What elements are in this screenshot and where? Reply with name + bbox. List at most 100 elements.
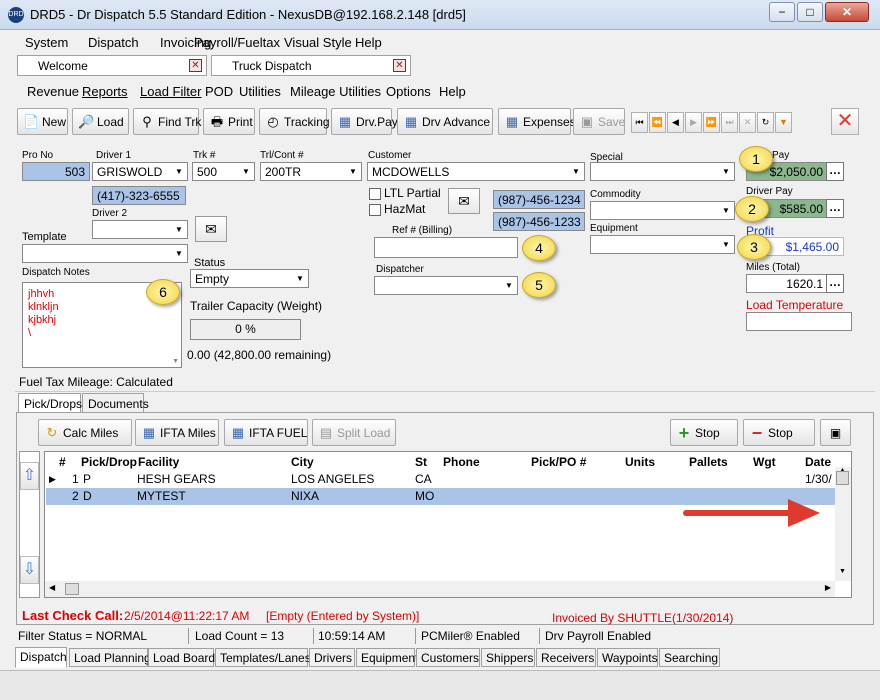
scroll-right-icon[interactable]: ▶ bbox=[825, 583, 831, 592]
column-header[interactable]: Pick/Drop bbox=[81, 455, 137, 469]
template-select[interactable]: ▼ bbox=[22, 244, 188, 263]
commodity-select[interactable]: ▼ bbox=[590, 201, 735, 220]
save-button[interactable]: ▣ Save bbox=[573, 108, 625, 135]
customer-select[interactable]: MCDOWELLS ▼ bbox=[367, 162, 585, 181]
column-header[interactable]: Wgt bbox=[753, 455, 776, 469]
vertical-scrollbar[interactable]: ▲ ▼ bbox=[835, 467, 851, 581]
menu-help[interactable]: Help bbox=[355, 35, 382, 50]
ref-billing-field[interactable] bbox=[374, 237, 518, 258]
next-page-icon[interactable]: ⏩ bbox=[703, 112, 720, 133]
menu-load-filter[interactable]: Load Filter bbox=[140, 84, 201, 99]
tab-pick-drops[interactable]: Pick/Drops bbox=[18, 393, 82, 413]
column-header[interactable]: Units bbox=[625, 455, 655, 469]
remove-stop-button[interactable]: − Stop bbox=[743, 419, 815, 446]
column-header[interactable]: St bbox=[415, 455, 427, 469]
expenses-button[interactable]: ▦ Expenses bbox=[498, 108, 576, 135]
prev-page-icon[interactable]: ⏪ bbox=[649, 112, 666, 133]
menu-options[interactable]: Options bbox=[386, 84, 431, 99]
menu-pod[interactable]: POD bbox=[205, 84, 233, 99]
find-truck-button[interactable]: ⚲ Find Trk bbox=[133, 108, 201, 135]
horizontal-scrollbar[interactable]: ◀ ▶ bbox=[45, 581, 835, 597]
status-select[interactable]: Empty ▼ bbox=[190, 269, 309, 288]
ifta-miles-button[interactable]: ▦ IFTA Miles bbox=[135, 419, 219, 446]
driver-pay-details-button[interactable]: … bbox=[826, 199, 844, 218]
menu-payroll[interactable]: Payroll/Fueltax bbox=[194, 35, 280, 50]
menu-visual-style[interactable]: Visual Style bbox=[284, 35, 352, 50]
special-select[interactable]: ▼ bbox=[590, 162, 735, 181]
prev-record-icon[interactable]: ◀ bbox=[667, 112, 684, 133]
tab-templates-lanes[interactable]: Templates/Lanes bbox=[215, 648, 311, 667]
tab-searching[interactable]: Searching bbox=[659, 648, 720, 667]
envelope-icon[interactable]: ✉ bbox=[448, 188, 480, 214]
filter-icon[interactable]: ▼ bbox=[775, 112, 792, 133]
tab-shippers[interactable]: Shippers bbox=[481, 648, 535, 667]
move-down-icon[interactable]: ⇩ bbox=[20, 556, 39, 584]
next-record-icon[interactable]: ▶ bbox=[685, 112, 702, 133]
tab-documents[interactable]: Documents bbox=[82, 393, 149, 413]
load-temperature-field[interactable] bbox=[746, 312, 852, 331]
scroll-down-icon[interactable]: ▼ bbox=[172, 358, 179, 365]
calc-miles-button[interactable]: ↻ Calc Miles bbox=[38, 419, 132, 446]
menu-help-2[interactable]: Help bbox=[439, 84, 466, 99]
column-header[interactable]: Pallets bbox=[689, 455, 728, 469]
menu-reports[interactable]: Reports bbox=[82, 84, 128, 99]
ltl-partial-checkbox[interactable] bbox=[369, 188, 381, 200]
miles-field[interactable]: 1620.1 bbox=[746, 274, 828, 293]
scroll-thumb[interactable] bbox=[65, 583, 79, 595]
move-up-icon[interactable]: ⇧ bbox=[20, 462, 39, 490]
equipment-select[interactable]: ▼ bbox=[590, 235, 735, 254]
envelope-icon[interactable]: ✉ bbox=[195, 216, 227, 242]
column-header[interactable]: Date bbox=[805, 455, 831, 469]
table-row[interactable]: ▶ 1 P HESH GEARS LOS ANGELES CA 1/30/ bbox=[46, 471, 836, 488]
tab-receivers[interactable]: Receivers bbox=[536, 648, 596, 667]
column-header[interactable]: City bbox=[291, 455, 314, 469]
miles-details-button[interactable]: … bbox=[826, 274, 844, 293]
tab-load-planning[interactable]: Load Planning bbox=[69, 648, 151, 667]
last-record-icon[interactable]: ⏭ bbox=[721, 112, 738, 133]
tab-welcome[interactable]: Welcome ✕ bbox=[17, 55, 207, 76]
close-load-icon[interactable]: ✕ bbox=[831, 108, 859, 135]
menu-revenue[interactable]: Revenue bbox=[27, 84, 79, 99]
pay-details-button[interactable]: … bbox=[826, 162, 844, 181]
tracking-button[interactable]: ◴ Tracking bbox=[259, 108, 330, 135]
tab-drivers[interactable]: Drivers bbox=[309, 648, 355, 667]
close-tab-icon[interactable]: ✕ bbox=[393, 59, 406, 72]
tab-equipment[interactable]: Equipment bbox=[356, 648, 418, 667]
scroll-down-icon[interactable]: ▼ bbox=[835, 568, 850, 581]
scroll-thumb[interactable] bbox=[836, 471, 849, 485]
driver2-select[interactable]: ▼ bbox=[92, 220, 188, 239]
column-header[interactable]: Facility bbox=[138, 455, 179, 469]
tab-load-board[interactable]: Load Board bbox=[148, 648, 215, 667]
trailer-select[interactable]: 200TR ▼ bbox=[260, 162, 362, 181]
load-button[interactable]: 🔎 Load bbox=[72, 108, 129, 135]
close-button[interactable]: ✕ bbox=[825, 2, 869, 22]
tab-waypoints[interactable]: Waypoints bbox=[597, 648, 658, 667]
new-button[interactable]: 📄 New bbox=[17, 108, 68, 135]
close-tab-icon[interactable]: ✕ bbox=[189, 59, 202, 72]
menu-dispatch[interactable]: Dispatch bbox=[88, 35, 139, 50]
driver1-select[interactable]: GRISWOLD ▼ bbox=[92, 162, 188, 181]
dispatcher-select[interactable]: ▼ bbox=[374, 276, 518, 295]
print-button[interactable]: 🖶 Print bbox=[203, 108, 255, 135]
menu-mileage-utilities[interactable]: Mileage Utilities bbox=[290, 84, 381, 99]
menu-system[interactable]: System bbox=[25, 35, 68, 50]
first-record-icon[interactable]: ⏮ bbox=[631, 112, 648, 133]
minimize-button[interactable]: − bbox=[769, 2, 795, 22]
ifta-fuel-button[interactable]: ▦ IFTA FUEL bbox=[224, 419, 308, 446]
tab-dispatch[interactable]: Dispatch bbox=[15, 647, 67, 668]
column-header[interactable]: # bbox=[59, 455, 66, 469]
maximize-button[interactable]: □ bbox=[797, 2, 823, 22]
menu-utilities[interactable]: Utilities bbox=[239, 84, 281, 99]
column-header[interactable]: Phone bbox=[443, 455, 480, 469]
save-stops-icon[interactable]: ▣ bbox=[820, 419, 851, 446]
tab-customers[interactable]: Customers bbox=[416, 648, 480, 667]
driver-pay-button[interactable]: ▦ Drv.Pay bbox=[331, 108, 398, 135]
tab-truck-dispatch[interactable]: Truck Dispatch ✕ bbox=[211, 55, 411, 76]
add-stop-button[interactable]: + Stop bbox=[670, 419, 738, 446]
pro-no-field[interactable]: 503 bbox=[22, 162, 90, 181]
scroll-left-icon[interactable]: ◀ bbox=[49, 583, 55, 592]
truck-select[interactable]: 500 ▼ bbox=[192, 162, 255, 181]
column-header[interactable]: Pick/PO # bbox=[531, 455, 586, 469]
refresh-icon[interactable]: ↻ bbox=[757, 112, 774, 133]
hazmat-checkbox[interactable] bbox=[369, 204, 381, 216]
